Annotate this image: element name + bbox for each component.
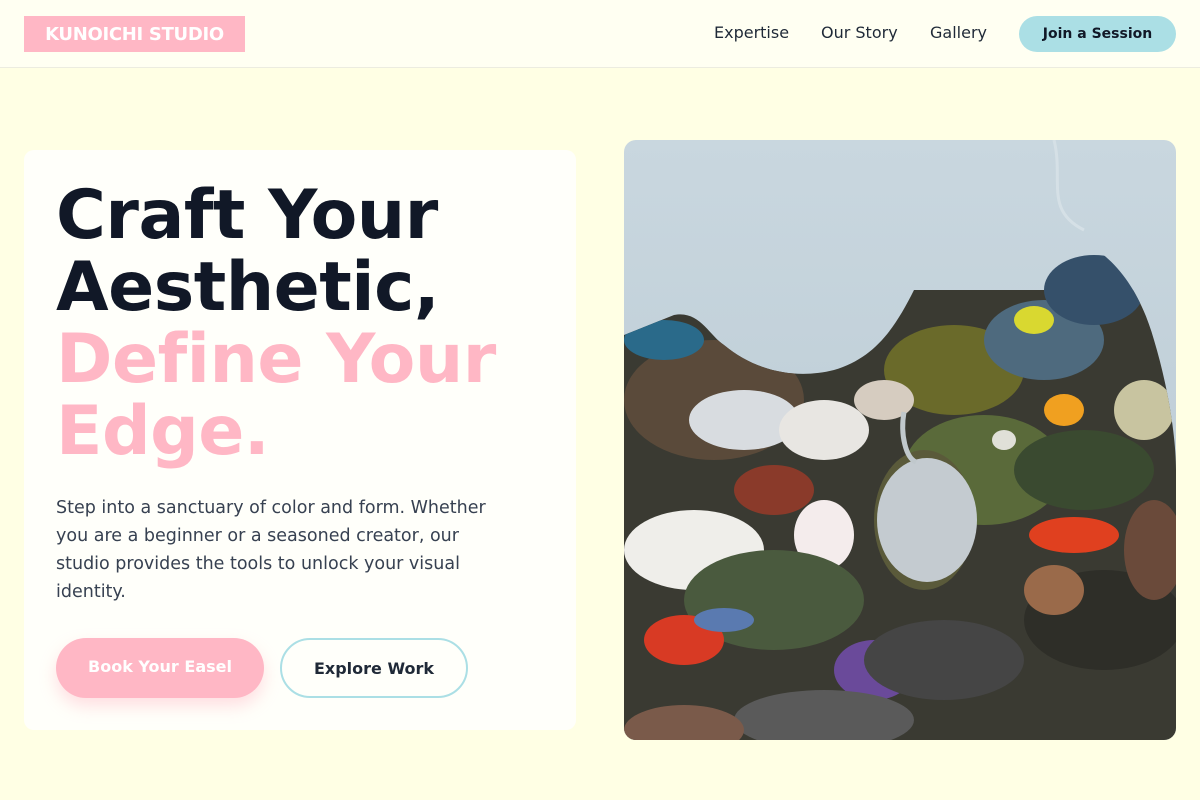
book-easel-button[interactable]: Book Your Easel — [56, 638, 264, 698]
site-header: KUNOICHI STUDIO Expertise Our Story Gall… — [0, 0, 1200, 68]
headline-accent-line-2: Edge. — [56, 392, 270, 471]
join-session-button[interactable]: Join a Session — [1019, 16, 1176, 52]
hero-description: Step into a sanctuary of color and form.… — [56, 498, 486, 602]
headline-line-2: Aesthetic, — [56, 248, 440, 327]
explore-work-button[interactable]: Explore Work — [280, 638, 468, 698]
nav-link-our-story[interactable]: Our Story — [821, 23, 898, 43]
nav-link-expertise[interactable]: Expertise — [714, 23, 789, 43]
hero-headline: Craft Your Aesthetic, Define Your Edge. — [56, 180, 556, 468]
headline-line-1: Craft Your — [56, 176, 438, 255]
nav-link-gallery[interactable]: Gallery — [930, 23, 987, 43]
brand-logo[interactable]: KUNOICHI STUDIO — [24, 16, 245, 52]
headline-accent-line-1: Define Your — [56, 320, 496, 399]
paint-palette-image — [624, 140, 1176, 740]
